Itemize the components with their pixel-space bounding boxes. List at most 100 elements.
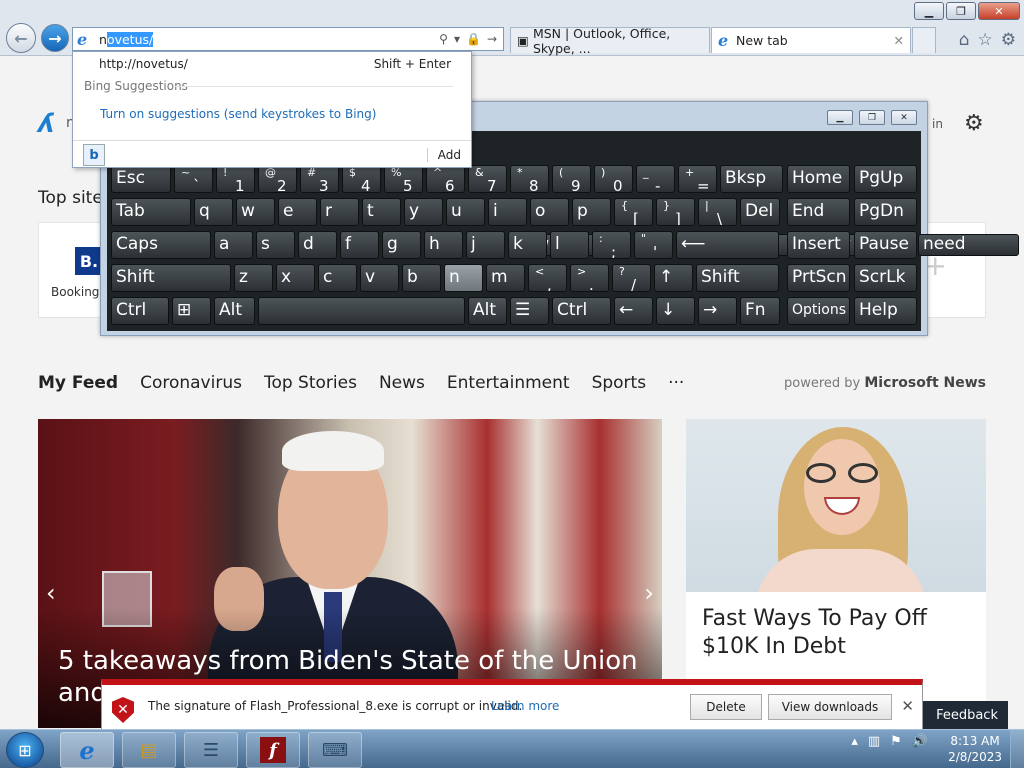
keyboard-key[interactable]: <,: [528, 264, 567, 292]
address-input[interactable]: novetus/: [99, 31, 154, 47]
keyboard-key[interactable]: c: [318, 264, 357, 292]
keyboard-key[interactable]: l: [550, 231, 589, 259]
keyboard-key[interactable]: ScrLk: [854, 264, 917, 292]
taskbar-internet-explorer-icon[interactable]: e: [60, 732, 114, 768]
taskbar-file-explorer-icon[interactable]: ▤: [122, 732, 176, 768]
keyboard-key[interactable]: b: [402, 264, 441, 292]
keyboard-key[interactable]: % 5: [384, 165, 423, 193]
tray-volume-icon[interactable]: 🔊: [912, 734, 928, 749]
keyboard-key[interactable]: (9: [552, 165, 591, 193]
keyboard-key[interactable]: m: [486, 264, 525, 292]
add-search-provider-button[interactable]: Add: [426, 148, 461, 162]
keyboard-key[interactable]: q: [194, 198, 233, 226]
keyboard-key[interactable]: v: [360, 264, 399, 292]
msn-butterfly-icon[interactable]: ʎ: [38, 109, 55, 139]
close-notification-icon[interactable]: ✕: [901, 697, 914, 715]
keyboard-key[interactable]: g: [382, 231, 421, 259]
keyboard-key[interactable]: ) 0: [594, 165, 633, 193]
address-bar[interactable]: e novetus/ ⚲ ▾ 🔒 →: [72, 27, 504, 51]
carousel-prev-icon[interactable]: ‹: [46, 579, 56, 607]
keyboard-key[interactable]: >.: [570, 264, 609, 292]
tab-new[interactable]: e New tab ✕: [711, 27, 911, 53]
show-desktop-button[interactable]: [1010, 730, 1024, 768]
feed-tab-sports[interactable]: Sports: [592, 373, 647, 393]
keyboard-key[interactable]: Fn: [740, 297, 780, 325]
booking-site-label[interactable]: Booking: [51, 285, 99, 299]
prediction-key[interactable]: need: [918, 234, 1019, 256]
keyboard-key[interactable]: & 7: [468, 165, 507, 193]
keyboard-key[interactable]: e: [278, 198, 317, 226]
keyboard-key[interactable]: t: [362, 198, 401, 226]
osk-minimize-button[interactable]: ▁: [827, 110, 853, 125]
close-window-button[interactable]: ✕: [978, 2, 1020, 20]
feed-tab-news[interactable]: News: [379, 373, 425, 393]
keyboard-key[interactable]: * 8: [510, 165, 549, 193]
keyboard-key[interactable]: _ -: [636, 165, 675, 193]
keyboard-key[interactable]: u: [446, 198, 485, 226]
keyboard-key[interactable]: Del: [740, 198, 780, 226]
taskbar-flash-icon[interactable]: f: [246, 732, 300, 768]
keyboard-key[interactable]: #3: [300, 165, 339, 193]
carousel-next-icon[interactable]: ›: [644, 579, 654, 607]
favorites-star-icon[interactable]: ☆: [978, 30, 993, 50]
keyboard-key[interactable]: ⟵: [676, 231, 779, 259]
keyboard-key[interactable]: k: [508, 231, 547, 259]
tray-network-icon[interactable]: ▥: [868, 734, 880, 749]
keyboard-key[interactable]: Alt: [214, 297, 255, 325]
keyboard-key[interactable]: " ': [634, 231, 673, 259]
restore-button[interactable]: ❐: [946, 2, 976, 20]
keyboard-key[interactable]: @2: [258, 165, 297, 193]
keyboard-key[interactable]: [258, 297, 465, 325]
keyboard-key[interactable]: Caps: [111, 231, 211, 259]
feed-tab-my-feed[interactable]: My Feed: [38, 373, 118, 393]
home-icon[interactable]: ⌂: [959, 30, 970, 50]
keyboard-key[interactable]: ☰: [510, 297, 549, 325]
keyboard-key[interactable]: }]: [656, 198, 695, 226]
keyboard-key[interactable]: z: [234, 264, 273, 292]
keyboard-key[interactable]: Options: [787, 297, 850, 325]
keyboard-key[interactable]: ⊞: [172, 297, 211, 325]
feedback-button[interactable]: Feedback: [920, 701, 1008, 729]
osk-restore-button[interactable]: ❐: [859, 110, 885, 125]
booking-site-icon[interactable]: B.: [75, 247, 103, 275]
bing-logo-icon[interactable]: b: [83, 144, 105, 166]
close-tab-icon[interactable]: ✕: [894, 33, 904, 48]
keyboard-key[interactable]: End: [787, 198, 850, 226]
keyboard-key[interactable]: ? /: [612, 264, 651, 292]
forward-button[interactable]: →: [41, 24, 69, 52]
taskbar-on-screen-keyboard-icon[interactable]: ⌨: [308, 732, 362, 768]
keyboard-key[interactable]: y: [404, 198, 443, 226]
keyboard-key[interactable]: $4: [342, 165, 381, 193]
keyboard-key[interactable]: n: [444, 264, 483, 292]
keyboard-key[interactable]: ~ `: [174, 165, 213, 193]
lock-icon[interactable]: 🔒: [466, 32, 481, 46]
keyboard-key[interactable]: d: [298, 231, 337, 259]
keyboard-key[interactable]: Home: [787, 165, 850, 193]
keyboard-key[interactable]: s: [256, 231, 295, 259]
keyboard-key[interactable]: PgUp: [854, 165, 917, 193]
keyboard-key[interactable]: Ctrl: [111, 297, 169, 325]
keyboard-key[interactable]: ↓: [656, 297, 695, 325]
tray-expand-icon[interactable]: ▴: [851, 734, 858, 749]
keyboard-key[interactable]: :;: [592, 231, 631, 259]
delete-button[interactable]: Delete: [690, 694, 762, 720]
autocomplete-url-suggestion[interactable]: http://novetus/: [99, 57, 188, 71]
keyboard-key[interactable]: r: [320, 198, 359, 226]
new-tab-button[interactable]: [912, 27, 936, 53]
go-arrow-icon[interactable]: →: [487, 32, 497, 46]
learn-more-link[interactable]: Learn more: [491, 699, 559, 713]
keyboard-key[interactable]: ^ 6: [426, 165, 465, 193]
keyboard-key[interactable]: →: [698, 297, 737, 325]
keyboard-key[interactable]: | \: [698, 198, 737, 226]
card-headline[interactable]: Fast Ways To Pay Off $10K In Debt: [702, 605, 972, 661]
osk-close-button[interactable]: ✕: [891, 110, 917, 125]
keyboard-key[interactable]: Bksp: [720, 165, 783, 193]
keyboard-key[interactable]: Shift: [696, 264, 779, 292]
keyboard-key[interactable]: + =: [678, 165, 717, 193]
feed-more-menu[interactable]: ···: [668, 373, 684, 393]
keyboard-key[interactable]: ↑: [654, 264, 693, 292]
keyboard-key[interactable]: Tab: [111, 198, 191, 226]
keyboard-key[interactable]: o: [530, 198, 569, 226]
search-icon[interactable]: ⚲: [439, 32, 448, 46]
minimize-button[interactable]: ▁: [914, 2, 944, 20]
